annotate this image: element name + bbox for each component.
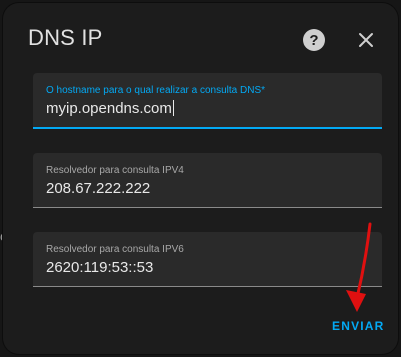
hostname-field-label: O hostname para o qual realizar a consul… xyxy=(46,85,266,96)
ipv6-resolver-field[interactable]: Resolvedor para consulta IPV6 2620:119:5… xyxy=(33,232,382,287)
help-icon[interactable]: ? xyxy=(303,29,325,51)
hostname-field-value[interactable]: myip.opendns.com xyxy=(46,100,174,117)
text-caret xyxy=(172,100,174,116)
red-arrow-icon xyxy=(346,222,372,312)
ipv6-field-value[interactable]: 2620:119:53::53 xyxy=(46,259,153,276)
ipv6-field-label: Resolvedor para consulta IPV6 xyxy=(46,244,184,255)
dns-ip-dialog: DNS IP ? O hostname para o qual realizar… xyxy=(3,3,398,354)
ipv4-field-label: Resolvedor para consulta IPV4 xyxy=(46,165,184,176)
ipv4-field-value[interactable]: 208.67.222.222 xyxy=(46,180,150,197)
dialog-title: DNS IP xyxy=(28,25,103,50)
hostname-value-text: myip.opendns.com xyxy=(46,100,172,117)
submit-button[interactable]: ENVIAR xyxy=(332,319,385,333)
ipv4-resolver-field[interactable]: Resolvedor para consulta IPV4 208.67.222… xyxy=(33,153,382,208)
close-icon[interactable] xyxy=(353,27,379,53)
hostname-field[interactable]: O hostname para o qual realizar a consul… xyxy=(33,73,382,129)
